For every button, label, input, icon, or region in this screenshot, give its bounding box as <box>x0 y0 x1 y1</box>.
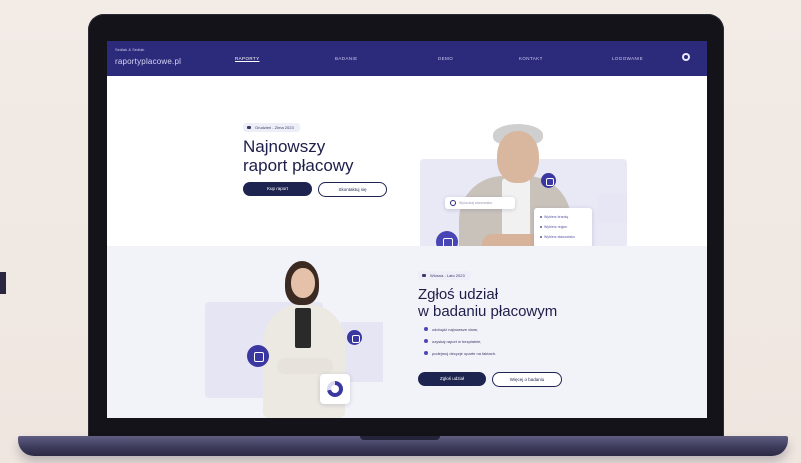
nav-item-demo[interactable]: DEMO <box>438 56 453 61</box>
laptop-notch <box>360 436 440 440</box>
list-item[interactable]: Wybierz stanowisko <box>540 235 575 239</box>
woman-photo-arms <box>277 358 333 374</box>
background-mark <box>0 272 6 294</box>
survey-benefit-item: uzyskaj raport w bezpłatnie, <box>424 339 481 344</box>
list-item[interactable]: Wybierz branżę <box>539 215 568 219</box>
donut-chart-icon <box>327 381 343 397</box>
survey-title-line2: w badaniu płacowym <box>418 303 558 320</box>
hero-image-backdrop-corner <box>597 194 627 222</box>
date-chip: Grudzień - Zima 2023 <box>243 123 300 132</box>
lightbulb-icon <box>541 173 556 188</box>
survey-benefit-item: podejmuj decyzje oparte na faktach. <box>424 351 496 356</box>
nav-item-raporty[interactable]: RAPORTY <box>235 56 259 61</box>
search-icon <box>450 200 456 206</box>
woman-photo-face <box>291 268 315 298</box>
search-widget[interactable]: Wyszukaj stanowisko <box>445 197 515 209</box>
woman-photo-top <box>295 308 311 348</box>
survey-title-line1: Zgłoś udział <box>418 286 499 303</box>
date-chip: Wiosna - Lato 2023 <box>418 271 471 280</box>
list-item[interactable]: Wybierz region <box>539 225 567 229</box>
laptop-screen: Sedlak & Sedlak raportyplacowe.pl RAPORT… <box>107 41 707 418</box>
survey-benefit-item: zdobądź najnowsze dane, <box>424 327 478 332</box>
contact-button[interactable]: Skontaktuj się <box>318 182 387 197</box>
brand-logo[interactable]: raportyplacowe.pl <box>115 57 181 66</box>
hero-section: Grudzień - Zima 2023 Najnowszy raport pł… <box>107 76 707 271</box>
brand-company: Sedlak & Sedlak <box>115 47 145 52</box>
survey-section: Wiosna - Lato 2023 Zgłoś udział w badani… <box>107 246 707 418</box>
man-photo-face <box>497 131 539 183</box>
nav-item-kontakt[interactable]: KONTAKT <box>519 56 543 61</box>
gear-icon <box>347 330 362 345</box>
briefcase-icon <box>247 345 269 367</box>
hero-title-line2: raport płacowy <box>243 156 354 175</box>
join-survey-button[interactable]: Zgłoś udział <box>418 372 486 386</box>
search-placeholder: Wyszukaj stanowisko <box>459 201 493 205</box>
more-about-survey-button[interactable]: Więcej o badaniu <box>492 372 562 387</box>
user-icon[interactable] <box>682 53 690 61</box>
hero-title-line1: Najnowszy <box>243 137 326 156</box>
top-navbar: Sedlak & Sedlak raportyplacowe.pl RAPORT… <box>107 41 707 76</box>
nav-item-badanie[interactable]: BADANIE <box>335 56 358 61</box>
filter-list-widget: Wybierz branżę Wybierz region Wybierz st… <box>534 208 592 248</box>
buy-report-button[interactable]: Kup raport <box>243 182 312 196</box>
chart-card <box>320 374 350 404</box>
survey-image-backdrop-right <box>341 322 383 382</box>
nav-item-logowanie[interactable]: LOGOWANIE <box>612 56 643 61</box>
